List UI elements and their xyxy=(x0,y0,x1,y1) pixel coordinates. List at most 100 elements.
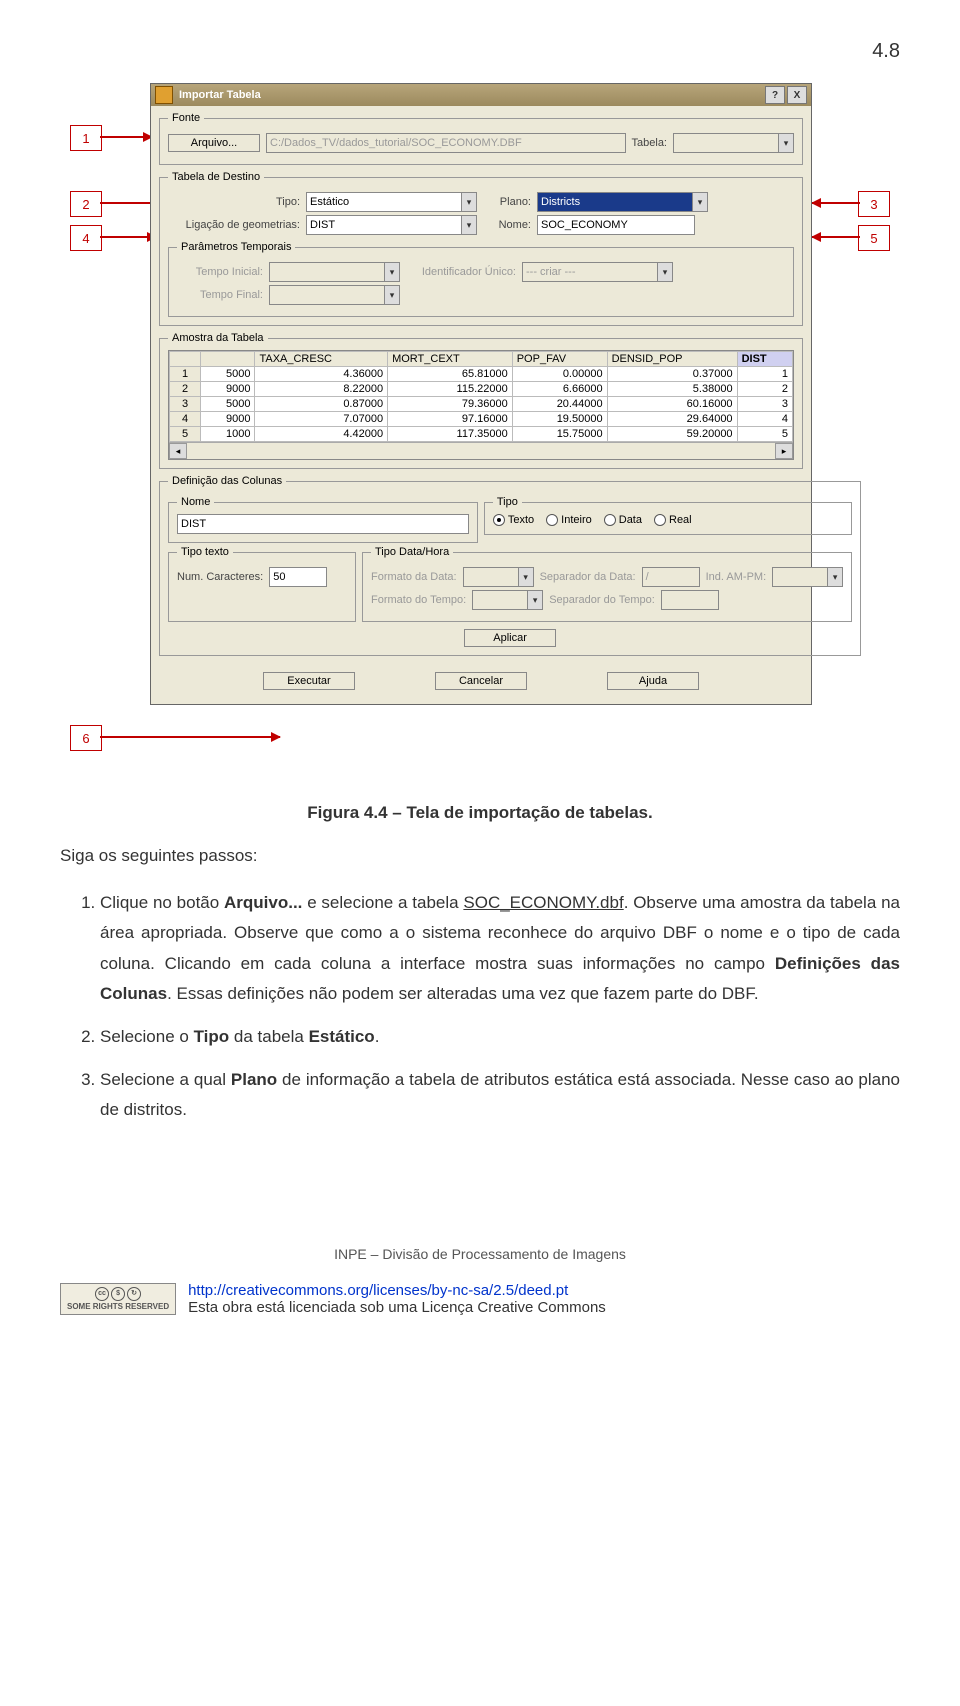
text: . Essas definições não podem ser alterad… xyxy=(167,984,759,1003)
table-cell: 5 xyxy=(737,427,792,442)
tipotexto-group: Tipo texto Num. Caracteres: 50 xyxy=(168,546,356,622)
radio-texto[interactable]: Texto xyxy=(493,514,534,526)
cancelar-button[interactable]: Cancelar xyxy=(435,672,527,690)
table-cell: 15.75000 xyxy=(512,427,607,442)
text-bold: Estático xyxy=(309,1027,375,1046)
arquivo-button[interactable]: Arquivo... xyxy=(168,134,260,152)
plano-select[interactable]: Districts xyxy=(537,192,708,212)
row-header[interactable]: 1 xyxy=(170,367,201,382)
table-cell: 65.81000 xyxy=(388,367,513,382)
close-button[interactable]: X xyxy=(787,86,807,104)
table-cell: 1000 xyxy=(201,427,255,442)
text: e selecione a tabela xyxy=(302,893,463,912)
text: Selecione a qual xyxy=(100,1070,231,1089)
row-header[interactable]: 3 xyxy=(170,397,201,412)
radio-real[interactable]: Real xyxy=(654,514,692,526)
table-cell: 1 xyxy=(737,367,792,382)
idu-select: --- criar --- xyxy=(522,262,673,282)
cc-circle-icon: $ xyxy=(111,1287,125,1301)
cc-footer: cc $ ↻ SOME RIGHTS RESERVED http://creat… xyxy=(60,1282,900,1316)
sepdata-label: Separador da Data: xyxy=(540,571,636,583)
tini-select xyxy=(269,262,400,282)
radio-inteiro[interactable]: Inteiro xyxy=(546,514,592,526)
table-cell: 20.44000 xyxy=(512,397,607,412)
radio-data[interactable]: Data xyxy=(604,514,642,526)
screenshot-wrapper: 1 2 4 3 5 6 Importar Tabela ? X Fonte Ar… xyxy=(70,83,890,773)
table-cell: 5.38000 xyxy=(607,382,737,397)
formdata-label: Formato da Data: xyxy=(371,571,457,583)
table-cell: 29.64000 xyxy=(607,412,737,427)
help-button[interactable]: ? xyxy=(765,86,785,104)
intro-text: Siga os seguintes passos: xyxy=(60,841,900,872)
ligacao-label: Ligação de geometrias: xyxy=(168,219,300,231)
h-scrollbar[interactable]: ◂ ▸ xyxy=(169,442,793,459)
table-cell: 4.36000 xyxy=(255,367,388,382)
arquivo-path: C:/Dados_TV/dados_tutorial/SOC_ECONOMY.D… xyxy=(266,133,626,153)
scroll-left-icon[interactable]: ◂ xyxy=(169,443,187,459)
table-cell: 19.50000 xyxy=(512,412,607,427)
sample-table: TAXA_CRESC MORT_CEXT POP_FAV DENSID_POP … xyxy=(169,351,793,442)
cc-badge-text: SOME RIGHTS RESERVED xyxy=(67,1302,169,1311)
indampm-label: Ind. AM-PM: xyxy=(706,571,767,583)
table-cell: 0.00000 xyxy=(512,367,607,382)
tfim-select xyxy=(269,285,400,305)
indampm-select xyxy=(772,567,843,587)
sample-table-wrapper: TAXA_CRESC MORT_CEXT POP_FAV DENSID_POP … xyxy=(168,350,794,460)
tipotexto-legend: Tipo texto xyxy=(177,546,233,558)
app-icon xyxy=(155,86,173,104)
text-bold: Plano xyxy=(231,1070,277,1089)
sepdata-input: / xyxy=(642,567,700,587)
table-cell: 60.16000 xyxy=(607,397,737,412)
table-cell: 117.35000 xyxy=(388,427,513,442)
tabela-select[interactable] xyxy=(673,133,794,153)
step-2: Selecione o Tipo da tabela Estático. xyxy=(100,1022,900,1053)
col-header[interactable]: TAXA_CRESC xyxy=(255,352,388,367)
page-number: 4.8 xyxy=(60,40,900,63)
text: Clique no botão xyxy=(100,893,224,912)
formtempo-select xyxy=(472,590,543,610)
row-header[interactable]: 2 xyxy=(170,382,201,397)
radio-label: Data xyxy=(619,514,642,526)
tipodata-legend: Tipo Data/Hora xyxy=(371,546,453,558)
executar-button[interactable]: Executar xyxy=(263,672,355,690)
nome-label: Nome: xyxy=(483,219,531,231)
table-cell: 7.07000 xyxy=(255,412,388,427)
import-table-dialog: Importar Tabela ? X Fonte Arquivo... C:/… xyxy=(150,83,812,705)
septempo-input xyxy=(661,590,719,610)
text-underline: SOC_ECONOMY.dbf xyxy=(463,893,623,912)
table-cell: 59.20000 xyxy=(607,427,737,442)
row-header[interactable]: 4 xyxy=(170,412,201,427)
nome-input[interactable]: SOC_ECONOMY xyxy=(537,215,695,235)
tini-label: Tempo Inicial: xyxy=(177,266,263,278)
table-cell: 4.42000 xyxy=(255,427,388,442)
destino-group: Tabela de Destino Tipo: Estático Plano: … xyxy=(159,171,803,326)
tfim-label: Tempo Final: xyxy=(177,289,263,301)
row-header[interactable]: 5 xyxy=(170,427,201,442)
idu-label: Identificador Único: xyxy=(406,266,516,278)
septempo-label: Separador do Tempo: xyxy=(549,594,655,606)
table-cell: 79.36000 xyxy=(388,397,513,412)
destino-legend: Tabela de Destino xyxy=(168,171,264,183)
step-1: Clique no botão Arquivo... e selecione a… xyxy=(100,888,900,1010)
table-cell: 9000 xyxy=(201,382,255,397)
table-cell: 5000 xyxy=(201,397,255,412)
tipo-select[interactable]: Estático xyxy=(306,192,477,212)
aplicar-button[interactable]: Aplicar xyxy=(464,629,556,647)
col-header-selected[interactable]: DIST xyxy=(737,352,792,367)
cc-link[interactable]: http://creativecommons.org/licenses/by-n… xyxy=(188,1282,568,1299)
numcar-input[interactable]: 50 xyxy=(269,567,327,587)
col-header[interactable]: POP_FAV xyxy=(512,352,607,367)
radio-label: Inteiro xyxy=(561,514,592,526)
tipodata-group: Tipo Data/Hora Formato da Data: Separado… xyxy=(362,546,852,622)
ligacao-select[interactable]: DIST xyxy=(306,215,477,235)
table-cell: 5000 xyxy=(201,367,255,382)
hidden-col-header[interactable] xyxy=(201,352,255,367)
tabela-label: Tabela: xyxy=(632,137,667,149)
defcol-tipo-legend: Tipo xyxy=(493,496,522,508)
step-3: Selecione a qual Plano de informação a t… xyxy=(100,1065,900,1126)
col-header[interactable]: DENSID_POP xyxy=(607,352,737,367)
ajuda-button[interactable]: Ajuda xyxy=(607,672,699,690)
defcol-nome-input[interactable]: DIST xyxy=(177,514,469,534)
col-header[interactable]: MORT_CEXT xyxy=(388,352,513,367)
scroll-right-icon[interactable]: ▸ xyxy=(775,443,793,459)
